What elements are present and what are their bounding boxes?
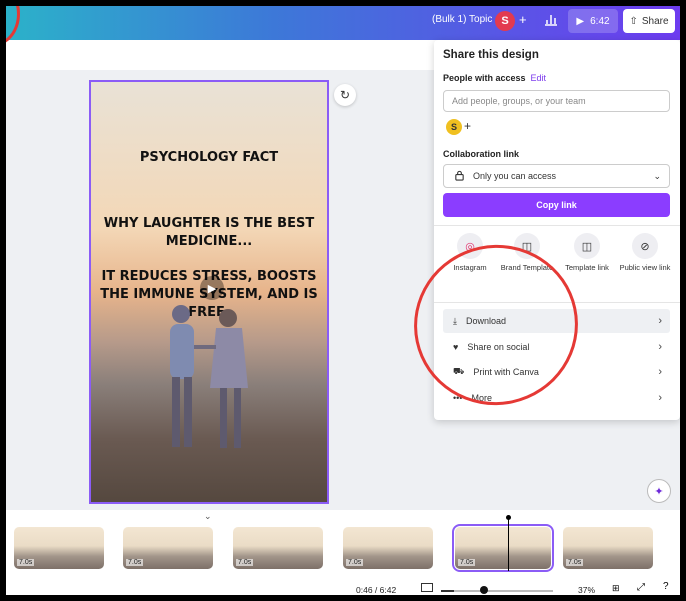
chevron-right-icon: › xyxy=(658,366,662,378)
design-page[interactable]: PSYCHOLOGY FACT WHY LAUGHTER IS THE BEST… xyxy=(89,80,329,504)
copy-link-button[interactable]: Copy link xyxy=(443,193,670,217)
insights-icon[interactable] xyxy=(544,12,558,26)
play-overlay-icon[interactable]: ▶ xyxy=(200,276,224,300)
top-toolbar: (Bulk 1) Topic S + ▶ 6:42 ⇧ Share xyxy=(0,0,686,40)
zoom-level[interactable]: 37% xyxy=(578,585,595,595)
lock-icon xyxy=(454,170,465,183)
chevron-down-icon: ⌄ xyxy=(653,170,661,181)
design-line-1: WHY LAUGHTER IS THE BEST MEDICINE... xyxy=(103,216,315,249)
chevron-down-icon[interactable]: ⌄ xyxy=(204,511,212,522)
fullscreen-icon[interactable]: ⤢ xyxy=(637,582,645,593)
access-select[interactable]: Only you can access ⌄ xyxy=(443,164,670,188)
share-panel-title: Share this design xyxy=(443,49,539,61)
edit-link[interactable]: Edit xyxy=(531,73,547,83)
link-icon: ⊘ xyxy=(632,233,658,259)
share-button[interactable]: ⇧ Share xyxy=(623,9,675,33)
option-public-view-link[interactable]: ⊘ Public view link xyxy=(616,233,674,272)
project-title[interactable]: (Bulk 1) Topic xyxy=(432,14,492,25)
avatar[interactable]: S xyxy=(495,11,515,31)
collab-link-label: Collaboration link xyxy=(443,149,520,159)
scrub-handle[interactable] xyxy=(479,586,488,594)
chevron-right-icon: › xyxy=(658,341,662,353)
add-people-input[interactable]: Add people, groups, or your team xyxy=(443,90,670,112)
timeline-clip[interactable]: 7.0s xyxy=(14,527,104,569)
grid-view-icon[interactable]: ⊞ xyxy=(612,583,620,594)
magic-assistant-icon[interactable]: ✦ xyxy=(647,479,671,503)
time-readout: 0:46 / 6:42 xyxy=(356,585,397,595)
divider xyxy=(434,225,680,226)
avatar[interactable]: S xyxy=(446,119,462,135)
timeline-clip[interactable]: 7.0s xyxy=(343,527,433,569)
timeline-clip[interactable]: 7.0s xyxy=(233,527,323,569)
access-value: Only you can access xyxy=(473,171,557,181)
timeline-clip[interactable]: 7.0s xyxy=(123,527,213,569)
chevron-right-icon: › xyxy=(658,392,662,404)
option-template-link[interactable]: ◫ Template link xyxy=(558,233,616,272)
present-button[interactable]: ▶ 6:42 xyxy=(568,9,618,33)
upload-icon: ⇧ xyxy=(629,15,638,27)
timeline-clip[interactable]: 7.0s xyxy=(563,527,653,569)
help-icon[interactable]: ? xyxy=(663,581,669,592)
chevron-right-icon: › xyxy=(658,315,662,327)
notes-icon[interactable] xyxy=(421,583,433,592)
refresh-icon[interactable]: ↻ xyxy=(334,84,356,106)
add-collaborator-button[interactable]: + xyxy=(519,12,527,27)
scrub-track[interactable] xyxy=(441,590,553,592)
share-label: Share xyxy=(641,15,669,27)
add-person-button[interactable]: + xyxy=(464,119,471,133)
couple-silhouette xyxy=(170,305,248,448)
playhead-line xyxy=(508,519,509,571)
play-icon: ▶ xyxy=(576,15,585,27)
timeline-clip-selected[interactable]: 7.0s xyxy=(452,524,554,572)
people-access-label: People with access Edit xyxy=(443,73,547,83)
template-link-icon: ◫ xyxy=(574,233,600,259)
scrub-fill xyxy=(441,590,454,592)
play-time: 6:42 xyxy=(590,15,610,27)
design-heading: PSYCHOLOGY FACT xyxy=(139,150,279,165)
